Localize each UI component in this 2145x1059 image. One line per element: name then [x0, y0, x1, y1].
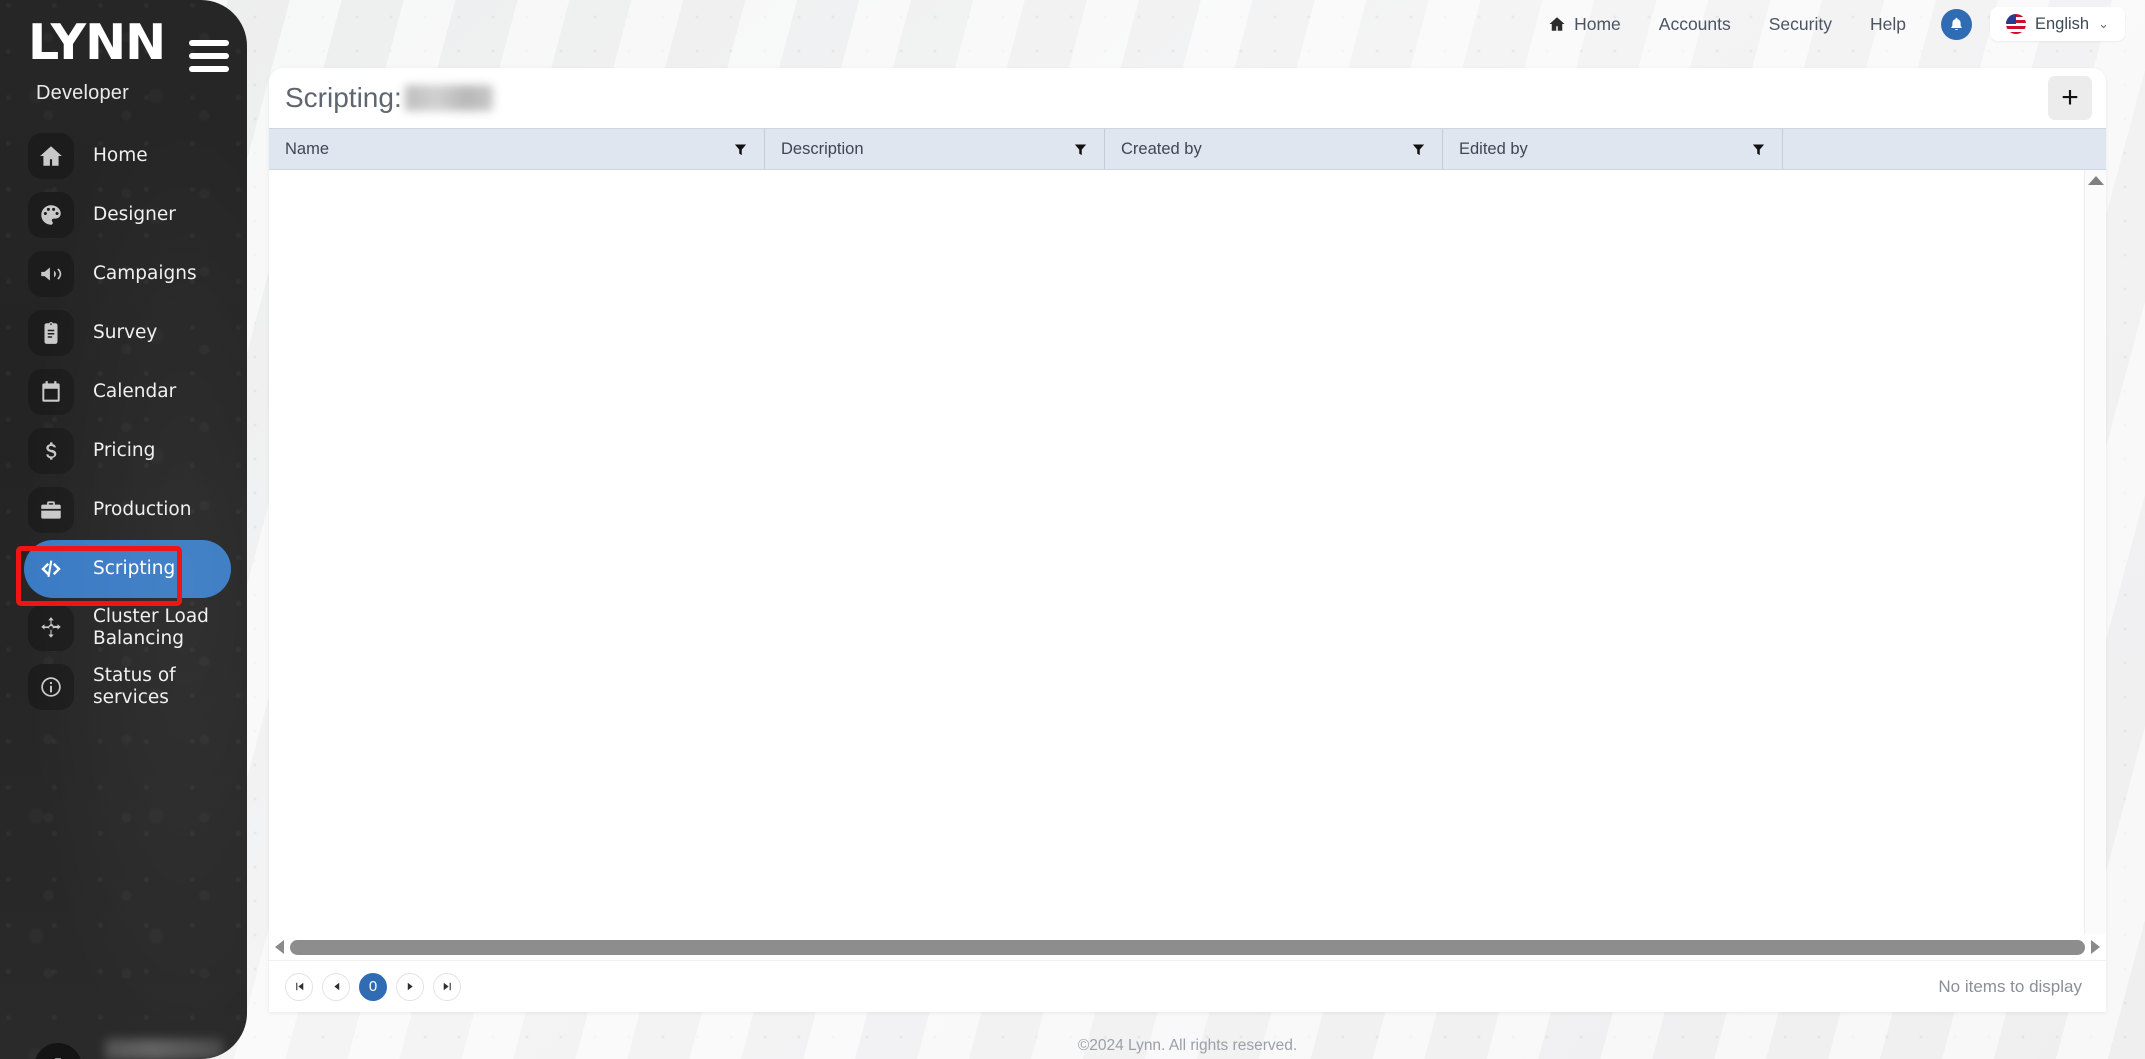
empty-state-message: No items to display [1938, 976, 2082, 996]
column-header-edited-by[interactable]: Edited by [1443, 129, 1783, 169]
sidebar-item-label: Scripting [93, 558, 176, 580]
chevron-down-icon: ⌄ [2098, 16, 2109, 31]
sidebar-item-cluster-load-balancing[interactable]: Cluster Load Balancing [24, 599, 231, 657]
us-flag-icon [2005, 14, 2026, 34]
sidebar-item-label: Survey [93, 322, 158, 344]
vertical-scrollbar[interactable] [2084, 170, 2106, 960]
copyright-text: ©2024 Lynn. All rights reserved. [1077, 1037, 1298, 1054]
first-page-icon [295, 982, 303, 991]
page-title-prefix: Scripting: [285, 82, 402, 113]
next-page-icon [407, 982, 413, 991]
briefcase-icon [28, 487, 74, 533]
column-label: Edited by [1459, 139, 1528, 158]
sidebar-item-scripting[interactable]: Scripting [24, 540, 231, 598]
pagination-last-button[interactable] [433, 972, 461, 1001]
language-label: English [2034, 14, 2090, 33]
topnav-item-security[interactable]: Security [1750, 14, 1851, 35]
sidebar: LYNN Developer Home Designer Campaigns S… [0, 0, 247, 1059]
cluster-icon [28, 605, 74, 651]
column-header-name[interactable]: Name [269, 129, 765, 169]
sidebar-item-designer[interactable]: Designer [24, 186, 231, 244]
topnav-label: Home [1574, 13, 1621, 34]
last-page-icon [443, 982, 451, 991]
clipboard-icon [28, 310, 74, 356]
column-label: Name [285, 139, 330, 158]
username-redacted [105, 1039, 223, 1059]
page-title-value-redacted [404, 85, 493, 111]
info-icon [28, 664, 74, 710]
scripting-panel: Scripting: + Name Description Created by [269, 68, 2106, 1012]
horizontal-scroll-thumb[interactable] [290, 939, 2085, 955]
column-header-description[interactable]: Description [765, 129, 1105, 169]
topnav-label: Help [1869, 13, 1906, 34]
sidebar-item-campaigns[interactable]: Campaigns [24, 245, 231, 303]
topnav-label: Accounts [1658, 13, 1731, 34]
column-label: Created by [1121, 139, 1202, 158]
megaphone-icon [28, 251, 74, 297]
sidebar-item-label: Calendar [93, 381, 177, 403]
topnav-label: Security [1768, 13, 1832, 34]
pagination-prev-button[interactable] [322, 972, 350, 1001]
language-selector[interactable]: English ⌄ [1989, 7, 2125, 41]
brand-block: LYNN Developer [0, 0, 247, 105]
sidebar-nav: Home Designer Campaigns Survey Calendar … [0, 127, 247, 716]
app-logo: LYNN [28, 14, 166, 71]
prev-page-icon [333, 982, 339, 991]
horizontal-scrollbar[interactable] [269, 934, 2106, 960]
home-icon [1549, 17, 1565, 31]
app-root: LYNN Developer Home Designer Campaigns S… [0, 0, 2145, 1059]
code-icon [28, 546, 74, 592]
topnav-item-home[interactable]: Home [1529, 14, 1640, 35]
hamburger-menu-icon[interactable] [189, 40, 229, 72]
filter-funnel-icon[interactable] [733, 142, 748, 157]
table-body [269, 170, 2106, 960]
scroll-up-icon[interactable] [2087, 176, 2104, 185]
sidebar-item-survey[interactable]: Survey [24, 304, 231, 362]
panel-header: Scripting: + [269, 68, 2106, 128]
sidebar-item-calendar[interactable]: Calendar [24, 363, 231, 421]
sidebar-item-label: Pricing [93, 440, 156, 462]
calendar-icon [28, 369, 74, 415]
bell-icon [1951, 17, 1962, 30]
column-header-created-by[interactable]: Created by [1105, 129, 1443, 169]
topnav-item-accounts[interactable]: Accounts [1640, 14, 1750, 35]
camera-icon[interactable] [34, 1043, 82, 1059]
column-label: Description [781, 139, 864, 158]
sidebar-item-home[interactable]: Home [24, 127, 231, 185]
sidebar-item-label: Status of services [93, 665, 176, 708]
filter-funnel-icon[interactable] [1073, 142, 1088, 157]
sidebar-item-pricing[interactable]: Pricing [24, 422, 231, 480]
palette-icon [28, 192, 74, 238]
filter-funnel-icon[interactable] [1751, 142, 1766, 157]
dollar-icon [28, 428, 74, 474]
column-header-actions [1783, 129, 2106, 169]
notifications-button[interactable] [1940, 8, 1972, 40]
home-icon [28, 133, 74, 179]
scroll-right-icon[interactable] [2091, 940, 2100, 954]
scroll-left-icon[interactable] [275, 940, 284, 954]
pagination-next-button[interactable] [396, 972, 424, 1001]
sidebar-item-label: Production [93, 499, 192, 521]
sidebar-item-status-of-services[interactable]: Status of services [24, 658, 231, 716]
filter-funnel-icon[interactable] [1411, 142, 1426, 157]
brand-subtitle: Developer [36, 82, 129, 104]
table-header-row: Name Description Created by Edited by [269, 128, 2106, 170]
top-navigation: Home Accounts Security Help English ⌄ [1529, 0, 2145, 48]
table-footer: 0 No items to display [269, 960, 2106, 1012]
add-script-button[interactable]: + [2048, 76, 2092, 120]
sidebar-item-production[interactable]: Production [24, 481, 231, 539]
sidebar-item-label: Campaigns [93, 263, 197, 285]
page-title: Scripting: [285, 82, 493, 114]
sidebar-item-label: Cluster Load Balancing [93, 606, 209, 649]
sidebar-item-label: Home [93, 145, 148, 167]
sidebar-item-label: Designer [93, 204, 176, 226]
pagination-current-page[interactable]: 0 [359, 972, 387, 1001]
pagination-first-button[interactable] [285, 972, 313, 1001]
topnav-item-help[interactable]: Help [1851, 14, 1925, 35]
pagination: 0 [285, 972, 461, 1001]
